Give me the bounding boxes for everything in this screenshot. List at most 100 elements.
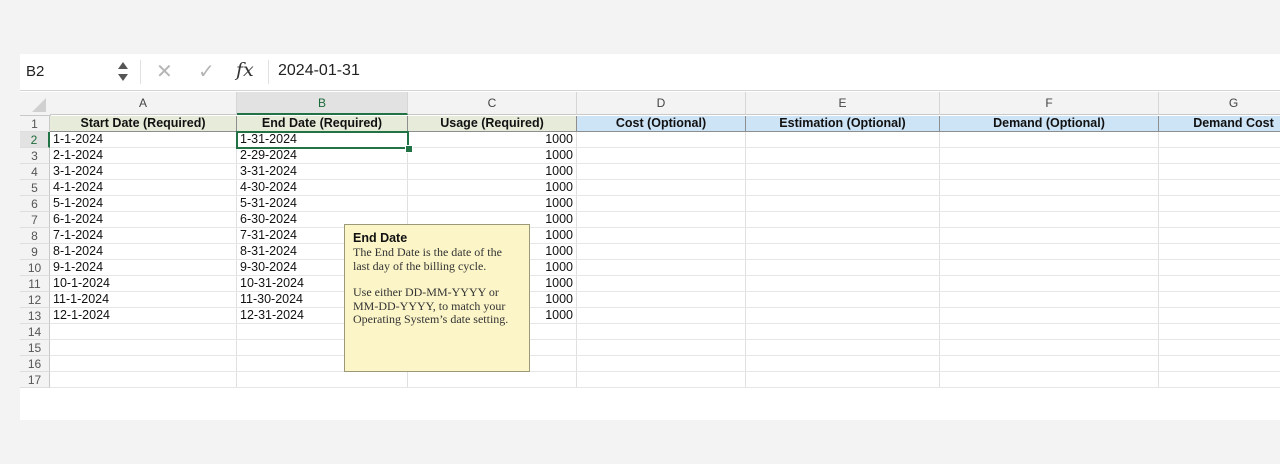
table-cell[interactable]: [940, 292, 1159, 308]
table-cell[interactable]: [746, 372, 940, 388]
row-header[interactable]: 7: [20, 212, 50, 228]
table-cell[interactable]: [1159, 132, 1280, 148]
select-all-corner[interactable]: [20, 92, 51, 116]
row-header[interactable]: 9: [20, 244, 50, 260]
table-cell[interactable]: [577, 212, 746, 228]
table-cell[interactable]: 4-1-2024: [50, 180, 237, 196]
row-header[interactable]: 10: [20, 260, 50, 276]
table-cell[interactable]: 7-1-2024: [50, 228, 237, 244]
table-cell[interactable]: [50, 324, 237, 340]
table-cell[interactable]: [940, 148, 1159, 164]
table-cell[interactable]: 1000: [408, 196, 577, 212]
row-header[interactable]: 2: [20, 132, 50, 148]
row-header[interactable]: 16: [20, 356, 50, 372]
table-cell[interactable]: [577, 196, 746, 212]
table-cell[interactable]: 8-1-2024: [50, 244, 237, 260]
row-header[interactable]: 12: [20, 292, 50, 308]
table-cell[interactable]: [746, 212, 940, 228]
table-cell[interactable]: [940, 308, 1159, 324]
table-cell[interactable]: [746, 228, 940, 244]
table-cell[interactable]: [577, 292, 746, 308]
table-cell[interactable]: [940, 180, 1159, 196]
table-cell[interactable]: 1000: [408, 164, 577, 180]
table-cell[interactable]: 1000: [408, 132, 577, 148]
table-cell[interactable]: [1159, 228, 1280, 244]
row-header[interactable]: 6: [20, 196, 50, 212]
table-cell[interactable]: 2-29-2024: [237, 148, 408, 164]
table-cell[interactable]: 5-1-2024: [50, 196, 237, 212]
header-cell[interactable]: Start Date (Required): [50, 116, 237, 132]
header-cell[interactable]: Cost (Optional): [577, 116, 746, 132]
table-cell[interactable]: [746, 340, 940, 356]
table-cell[interactable]: 11-1-2024: [50, 292, 237, 308]
table-cell[interactable]: 1000: [408, 180, 577, 196]
table-cell[interactable]: [1159, 196, 1280, 212]
table-cell[interactable]: [1159, 356, 1280, 372]
row-header[interactable]: 17: [20, 372, 50, 388]
row-header[interactable]: 5: [20, 180, 50, 196]
table-cell[interactable]: [940, 228, 1159, 244]
table-cell[interactable]: 3-31-2024: [237, 164, 408, 180]
column-header-e[interactable]: E: [746, 92, 940, 115]
table-cell[interactable]: [408, 372, 577, 388]
column-header-d[interactable]: D: [577, 92, 746, 115]
header-cell[interactable]: Estimation (Optional): [746, 116, 940, 132]
table-cell[interactable]: [1159, 308, 1280, 324]
name-box[interactable]: B2: [26, 63, 44, 80]
confirm-icon[interactable]: ✓: [198, 59, 215, 84]
table-cell[interactable]: 10-1-2024: [50, 276, 237, 292]
table-cell[interactable]: [1159, 372, 1280, 388]
table-cell[interactable]: [1159, 260, 1280, 276]
table-cell[interactable]: [577, 164, 746, 180]
table-cell[interactable]: [1159, 244, 1280, 260]
row-header[interactable]: 14: [20, 324, 50, 340]
table-cell[interactable]: [746, 276, 940, 292]
table-cell[interactable]: [746, 260, 940, 276]
stepper-icon[interactable]: [118, 60, 130, 84]
table-cell[interactable]: [940, 164, 1159, 180]
table-cell[interactable]: [577, 372, 746, 388]
table-cell[interactable]: [577, 180, 746, 196]
fx-icon[interactable]: fx: [236, 59, 254, 81]
table-cell[interactable]: [1159, 276, 1280, 292]
table-cell[interactable]: [1159, 148, 1280, 164]
table-cell[interactable]: [746, 148, 940, 164]
table-cell[interactable]: [940, 260, 1159, 276]
table-cell[interactable]: 6-1-2024: [50, 212, 237, 228]
table-cell[interactable]: [940, 372, 1159, 388]
table-cell[interactable]: [50, 356, 237, 372]
table-cell[interactable]: [940, 212, 1159, 228]
row-header[interactable]: 8: [20, 228, 50, 244]
header-cell[interactable]: End Date (Required): [237, 116, 408, 132]
table-cell[interactable]: [940, 340, 1159, 356]
table-cell[interactable]: [50, 372, 237, 388]
table-cell[interactable]: [577, 244, 746, 260]
header-cell[interactable]: Usage (Required): [408, 116, 577, 132]
table-cell[interactable]: 5-31-2024: [237, 196, 408, 212]
row-header[interactable]: 15: [20, 340, 50, 356]
table-cell[interactable]: [746, 196, 940, 212]
table-cell[interactable]: [940, 244, 1159, 260]
table-cell[interactable]: [50, 340, 237, 356]
formula-input[interactable]: 2024-01-31: [278, 62, 360, 80]
table-cell[interactable]: [1159, 292, 1280, 308]
column-header-f[interactable]: F: [940, 92, 1159, 115]
table-cell[interactable]: [746, 164, 940, 180]
table-cell[interactable]: [940, 324, 1159, 340]
table-cell[interactable]: [237, 372, 408, 388]
column-header-b[interactable]: B: [237, 92, 408, 115]
table-cell[interactable]: [746, 324, 940, 340]
table-cell[interactable]: 2-1-2024: [50, 148, 237, 164]
cancel-icon[interactable]: ✕: [156, 59, 173, 84]
table-cell[interactable]: 12-1-2024: [50, 308, 237, 324]
table-cell[interactable]: [1159, 180, 1280, 196]
table-cell[interactable]: [577, 148, 746, 164]
table-cell[interactable]: [940, 276, 1159, 292]
table-cell[interactable]: 4-30-2024: [237, 180, 408, 196]
fill-handle[interactable]: [405, 145, 413, 153]
table-cell[interactable]: 9-1-2024: [50, 260, 237, 276]
table-cell[interactable]: [577, 276, 746, 292]
table-cell[interactable]: [940, 132, 1159, 148]
table-cell[interactable]: [577, 356, 746, 372]
column-header-g[interactable]: G: [1159, 92, 1280, 115]
